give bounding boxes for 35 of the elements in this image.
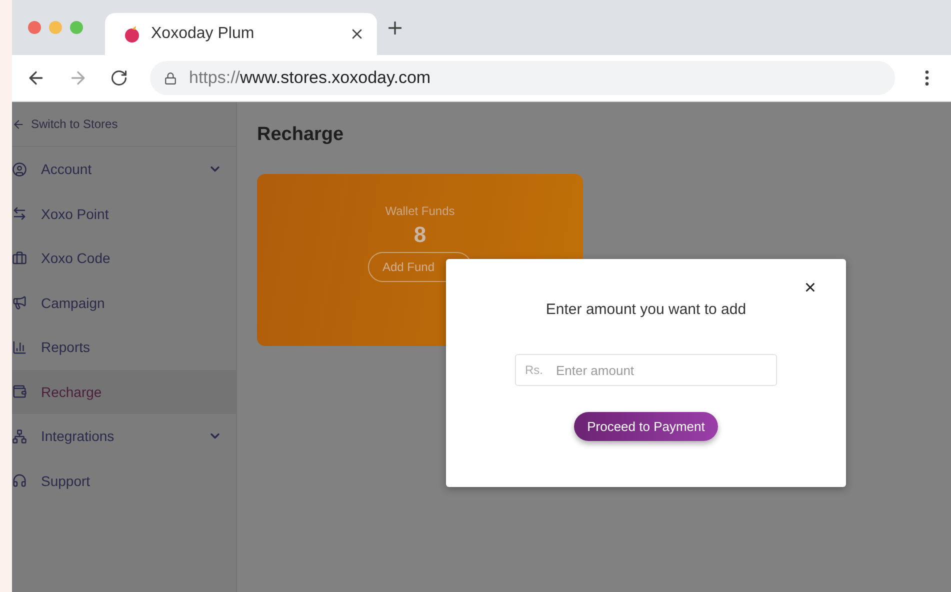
back-arrow-icon — [12, 118, 25, 130]
sidebar-item[interactable]: Support — [12, 458, 236, 503]
megaphone-icon — [12, 295, 27, 310]
swap-icon — [12, 206, 27, 222]
bar-chart-icon — [12, 340, 27, 355]
sidebar-item[interactable]: Reports — [12, 325, 236, 370]
sidebar-item[interactable]: Account — [12, 147, 236, 192]
wallet-label: Wallet Funds — [385, 204, 455, 218]
wallet-icon — [12, 384, 27, 400]
close-button[interactable]: × — [804, 277, 816, 300]
proceed-button[interactable]: Proceed to Payment — [574, 412, 718, 441]
switch-link[interactable]: Switch to Stores — [12, 102, 236, 147]
maximize-window-dot[interactable] — [70, 21, 83, 34]
browser-tab[interactable]: Xoxoday Plum — [105, 13, 377, 55]
headset-icon — [12, 473, 27, 488]
fruit-icon — [123, 25, 141, 43]
currency-label: Rs. — [525, 363, 543, 377]
sidebar-item[interactable]: Campaign — [12, 280, 236, 325]
briefcase-icon — [12, 250, 27, 266]
address-field[interactable]: https://www.stores.xoxoday.com — [150, 61, 895, 95]
sidebar-item[interactable]: Xoxo Point — [12, 192, 236, 236]
network-icon — [12, 428, 27, 444]
url-text: https://www.stores.xoxoday.com — [189, 68, 431, 88]
tab-title: Xoxoday Plum — [151, 25, 256, 43]
wallet-amount: 8 — [414, 222, 426, 248]
reload-icon[interactable] — [110, 69, 128, 87]
page-title: Recharge — [257, 124, 344, 146]
sidebar-item[interactable]: Integrations — [12, 414, 236, 458]
sidebar-item[interactable]: Xoxo Code — [12, 236, 236, 280]
user-icon — [12, 162, 27, 177]
sidebar-item[interactable]: Recharge — [12, 370, 236, 414]
lock-icon — [164, 72, 177, 84]
minimize-window-dot[interactable] — [49, 21, 62, 34]
dialog-title: Enter amount you want to add — [546, 301, 746, 318]
close-window-dot[interactable] — [28, 21, 41, 34]
